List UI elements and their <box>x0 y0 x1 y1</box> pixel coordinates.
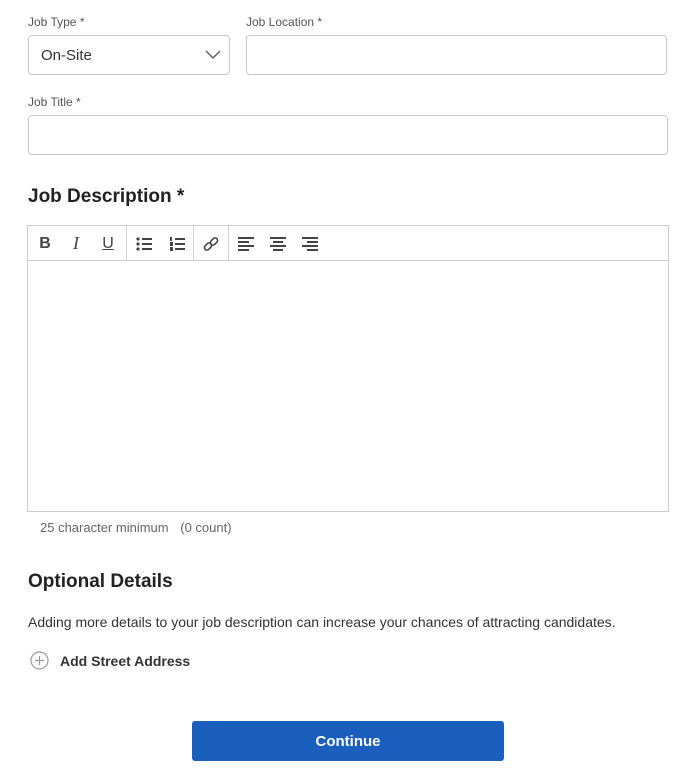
optional-details-text: Adding more details to your job descript… <box>28 614 616 630</box>
bullet-list-icon <box>136 236 152 251</box>
continue-button[interactable]: Continue <box>192 721 504 761</box>
add-street-address-button[interactable]: Add Street Address <box>30 651 190 670</box>
align-left-button[interactable] <box>230 226 262 261</box>
job-location-label: Job Location * <box>246 15 323 29</box>
align-center-button[interactable] <box>262 226 294 261</box>
align-center-icon <box>270 236 286 251</box>
add-street-address-label: Add Street Address <box>60 652 191 669</box>
job-title-label: Job Title * <box>28 95 81 109</box>
job-location-input[interactable] <box>246 35 667 75</box>
editor-content[interactable] <box>28 262 668 511</box>
character-count: (0 count) <box>180 520 232 535</box>
numbered-list-button[interactable] <box>161 226 193 261</box>
numbered-list-icon <box>170 236 185 251</box>
minimum-text: 25 character minimum <box>40 520 169 535</box>
optional-details-heading: Optional Details <box>28 571 173 592</box>
link-icon <box>203 236 219 251</box>
job-type-select[interactable]: On-Site <box>28 35 230 75</box>
bullet-list-button[interactable] <box>128 226 160 261</box>
job-type-label: Job Type * <box>28 15 85 29</box>
chevron-down-icon <box>205 50 221 60</box>
align-right-icon <box>302 236 318 251</box>
align-left-icon <box>238 236 254 251</box>
job-title-input[interactable] <box>28 115 668 155</box>
plus-circle-icon <box>30 651 49 670</box>
underline-button[interactable]: U <box>92 226 124 261</box>
bold-button[interactable]: B <box>29 226 61 261</box>
editor-toolbar: B I U <box>28 226 668 261</box>
align-right-button[interactable] <box>294 226 326 261</box>
italic-button[interactable]: I <box>60 226 92 261</box>
job-description-heading: Job Description * <box>28 186 185 207</box>
rich-text-editor: B I U <box>27 225 669 512</box>
link-button[interactable] <box>195 226 227 261</box>
character-hint: 25 character minimum (0 count) <box>40 520 232 535</box>
job-type-value: On-Site <box>41 47 92 64</box>
